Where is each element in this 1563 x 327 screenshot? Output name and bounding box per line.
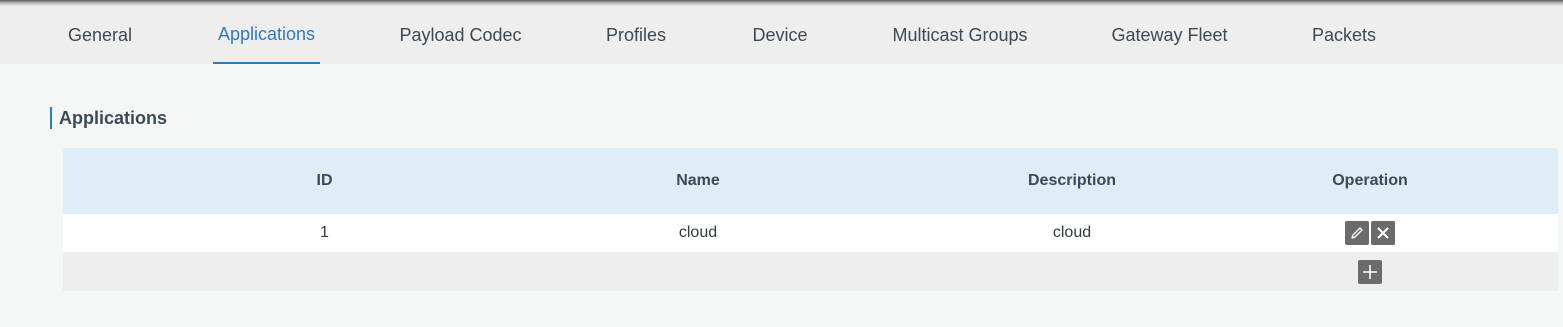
add-button[interactable] (1358, 259, 1382, 284)
tab-device[interactable]: Device (744, 6, 816, 64)
edit-button[interactable] (1345, 221, 1369, 245)
column-header-id: ID (316, 172, 333, 189)
cell-name: cloud (678, 224, 718, 241)
tab-payload-codec[interactable]: Payload Codec (392, 6, 529, 64)
pencil-icon (1351, 227, 1363, 239)
cell-description: cloud (1052, 224, 1092, 241)
tab-multicast-groups[interactable]: Multicast Groups (885, 6, 1035, 64)
tab-general[interactable]: General (57, 6, 143, 64)
cell-add (1334, 252, 1406, 291)
column-header-operation: Operation (1332, 172, 1408, 189)
column-header-name: Name (676, 172, 720, 189)
table-header: ID Name Description Operation (63, 148, 1558, 214)
applications-table: ID Name Description Operation 1 cloud cl… (63, 148, 1558, 291)
tab-profiles[interactable]: Profiles (598, 6, 674, 64)
section-title: Applications (50, 107, 167, 129)
delete-button[interactable] (1371, 221, 1395, 245)
close-icon (1377, 227, 1389, 239)
tab-applications[interactable]: Applications (213, 6, 320, 64)
tab-bar: General Applications Payload Codec Profi… (0, 6, 1563, 64)
cell-operation (1334, 214, 1406, 252)
tab-packets[interactable]: Packets (1304, 6, 1384, 64)
add-row (63, 252, 1558, 291)
cell-id: 1 (320, 224, 329, 241)
tab-gateway-fleet[interactable]: Gateway Fleet (1104, 6, 1235, 64)
column-header-description: Description (1027, 172, 1116, 189)
table-row: 1 cloud cloud (63, 214, 1558, 252)
plus-icon (1363, 264, 1377, 279)
